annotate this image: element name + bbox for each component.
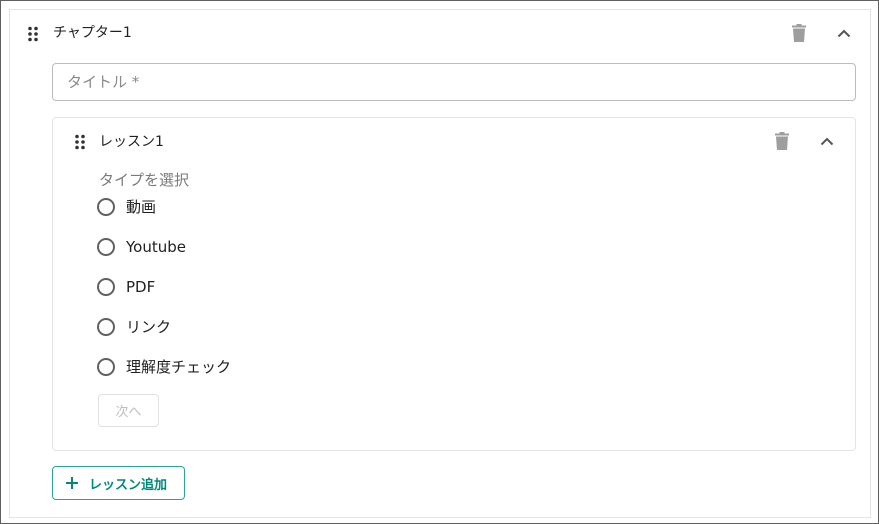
app-frame: チャプター1 レッスン1: [0, 0, 879, 524]
radio-option-pdf[interactable]: PDF: [97, 275, 155, 299]
next-button[interactable]: 次へ: [98, 394, 159, 427]
chapter-card: チャプター1 レッスン1: [9, 9, 871, 518]
chapter-drag-icon[interactable]: [27, 26, 39, 42]
lesson-drag-icon[interactable]: [74, 134, 86, 150]
chapter-title-input[interactable]: [53, 64, 855, 100]
radio-option-quiz[interactable]: 理解度チェック: [97, 355, 231, 379]
radio-option-youtube[interactable]: Youtube: [97, 235, 186, 259]
radio-button[interactable]: [97, 198, 115, 216]
radio-option-video[interactable]: 動画: [97, 195, 156, 219]
radio-option-link[interactable]: リンク: [97, 315, 171, 339]
chapter-title: チャプター1: [53, 25, 132, 41]
radio-button[interactable]: [97, 238, 115, 256]
trash-icon: [775, 132, 789, 150]
lesson-collapse-button[interactable]: [816, 130, 838, 152]
radio-label: リンク: [126, 318, 172, 336]
radio-label: 理解度チェック: [126, 358, 232, 376]
lesson-card: レッスン1 タイプを選択 動画 Youtube PDF リンク 理解度チェック …: [52, 117, 856, 451]
chevron-up-icon: [837, 29, 851, 37]
chapter-title-field[interactable]: [52, 63, 856, 101]
chapter-delete-button[interactable]: [788, 22, 810, 44]
chapter-collapse-button[interactable]: [833, 22, 855, 44]
radio-label: 動画: [126, 198, 157, 216]
trash-icon: [792, 24, 806, 42]
radio-label: PDF: [126, 278, 156, 296]
lesson-title: レッスン1: [99, 134, 164, 150]
radio-button[interactable]: [97, 278, 115, 296]
type-select-label: タイプを選択: [99, 171, 190, 189]
lesson-delete-button[interactable]: [771, 130, 793, 152]
add-lesson-button[interactable]: レッスン追加: [52, 466, 185, 500]
plus-icon: [65, 476, 79, 490]
radio-label: Youtube: [126, 238, 186, 256]
radio-button[interactable]: [97, 358, 115, 376]
chevron-up-icon: [820, 137, 834, 145]
radio-button[interactable]: [97, 318, 115, 336]
add-lesson-label: レッスン追加: [89, 477, 168, 493]
